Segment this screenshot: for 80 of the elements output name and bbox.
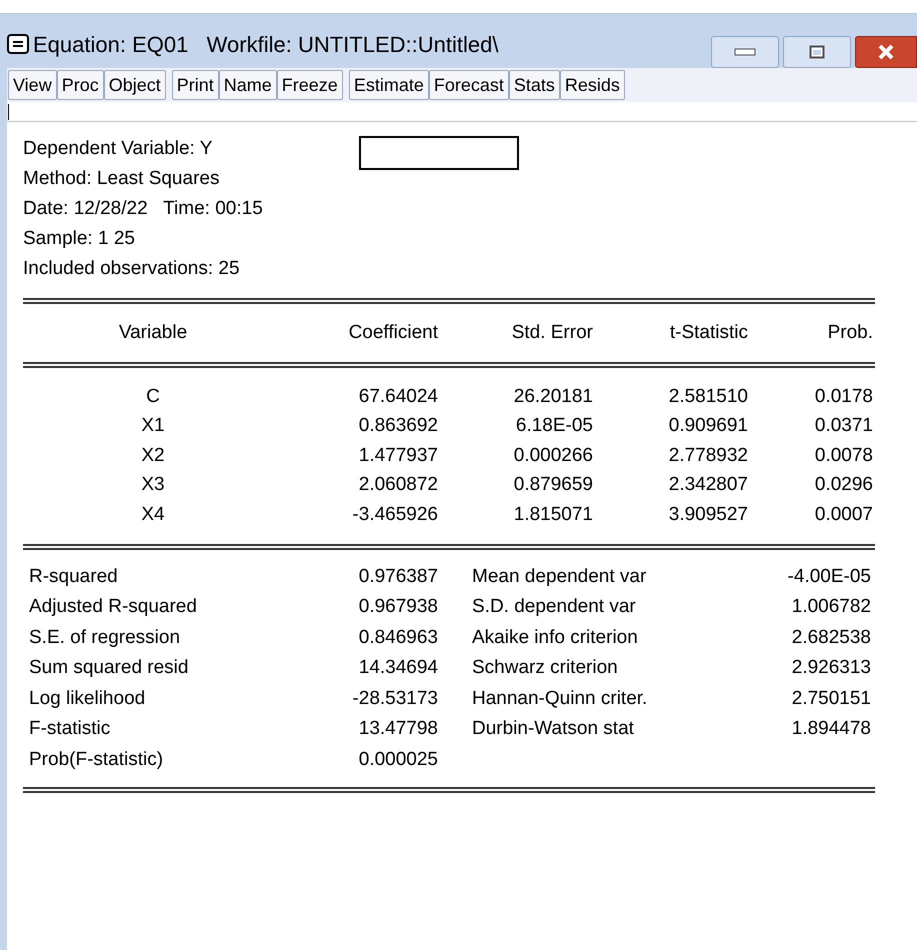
table-cell-text: 0.0007 bbox=[814, 502, 873, 526]
toolbar-button[interactable]: Object bbox=[104, 70, 166, 100]
close-icon bbox=[877, 44, 895, 60]
stat-value: 13.47798 bbox=[358, 717, 438, 741]
table-cell-text: 0.0371 bbox=[814, 414, 873, 438]
table-cell-text: 67.64024 bbox=[358, 384, 438, 408]
table-cell-text: X1 bbox=[140, 414, 166, 438]
stat-label: Prob(F-statistic) bbox=[28, 748, 164, 772]
table-cell-text: 0.000266 bbox=[512, 444, 593, 468]
table-cell-text: X4 bbox=[140, 502, 166, 526]
stat-value: 0.976387 bbox=[358, 564, 438, 588]
table-cell-text: 2.581510 bbox=[668, 384, 748, 408]
stat-value: 1.894478 bbox=[790, 717, 871, 741]
stat-value: -28.53173 bbox=[351, 686, 438, 710]
table-cell-text: 2.060872 bbox=[358, 473, 438, 497]
toolbar-button[interactable]: Freeze bbox=[276, 70, 343, 100]
table-cell-text: 0.0078 bbox=[814, 444, 873, 468]
stat-value: 1.006782 bbox=[790, 595, 871, 619]
table-cell-text: 0.0296 bbox=[814, 473, 873, 497]
toolbar-button[interactable]: View bbox=[8, 70, 57, 100]
maximize-button[interactable] bbox=[783, 36, 851, 68]
stat-label: S.D. dependent var bbox=[471, 595, 637, 619]
column-header: Prob. bbox=[826, 320, 873, 345]
table-cell-text: C bbox=[145, 384, 161, 408]
minimize-icon bbox=[734, 48, 756, 56]
toolbar-button[interactable]: Proc bbox=[56, 70, 104, 100]
table-cell-text: 0.909691 bbox=[668, 414, 748, 438]
column-header: Std. Error bbox=[510, 320, 593, 345]
table-cell-text: X3 bbox=[140, 473, 166, 497]
window-title: Equation: EQ01 Workfile: UNTITLED::Untitled\ bbox=[33, 30, 498, 59]
header-line: Sample: 1 25 bbox=[23, 227, 136, 251]
stat-label: S.E. of regression bbox=[28, 626, 182, 650]
table-cell-text: 2.778932 bbox=[668, 444, 748, 468]
stat-value: 2.682538 bbox=[790, 626, 871, 650]
header-line: Dependent Variable: Y bbox=[23, 137, 214, 161]
table-cell-text: -3.465926 bbox=[351, 502, 438, 526]
stat-label: Durbin-Watson stat bbox=[471, 717, 635, 741]
close-button[interactable] bbox=[855, 36, 917, 68]
header-line: Method: Least Squares bbox=[23, 167, 220, 191]
stat-label: Hannan-Quinn criter. bbox=[471, 686, 648, 710]
table-cell-text: X2 bbox=[140, 444, 166, 468]
stat-label: F-statistic bbox=[28, 717, 112, 741]
window-menu-icon[interactable] bbox=[7, 34, 29, 54]
stat-label: Mean dependent var bbox=[471, 564, 648, 588]
stat-value: 14.34694 bbox=[358, 656, 438, 680]
header-line: Included observations: 25 bbox=[23, 257, 241, 281]
stat-label: R-squared bbox=[28, 564, 119, 588]
table-cell-text: 0.0178 bbox=[814, 384, 873, 408]
column-header: Variable bbox=[118, 320, 188, 345]
toolbar-button[interactable]: Print bbox=[172, 70, 219, 100]
stat-value: 0.967938 bbox=[358, 595, 438, 619]
maximize-icon bbox=[809, 45, 825, 59]
stat-value: 2.750151 bbox=[790, 686, 871, 710]
column-header: t-Statistic bbox=[668, 320, 748, 345]
table-cell-text: 1.815071 bbox=[512, 502, 593, 526]
toolbar-button[interactable]: Forecast bbox=[428, 70, 509, 100]
table-cell-text: 2.342807 bbox=[668, 473, 748, 497]
table-cell-text: 0.879659 bbox=[512, 473, 593, 497]
stat-value: -4.00E-05 bbox=[786, 564, 871, 588]
stat-label: Adjusted R-squared bbox=[28, 595, 198, 619]
toolbar-button[interactable]: Stats bbox=[508, 70, 560, 100]
table-cell-text: 26.20181 bbox=[512, 384, 593, 408]
command-field[interactable] bbox=[7, 102, 917, 122]
stat-value: 0.846963 bbox=[358, 626, 438, 650]
stat-value: 0.000025 bbox=[358, 748, 438, 772]
stat-value: 2.926313 bbox=[790, 656, 871, 680]
toolbar-button[interactable]: Resids bbox=[560, 70, 625, 100]
stat-label: Sum squared resid bbox=[28, 656, 190, 680]
toolbar-button[interactable]: Estimate bbox=[348, 70, 429, 100]
table-cell-text: 1.477937 bbox=[358, 444, 438, 468]
column-header: Coefficient bbox=[348, 320, 438, 345]
stat-label: Akaike info criterion bbox=[471, 626, 639, 650]
toolbar-button[interactable]: Name bbox=[218, 70, 277, 100]
table-cell-text: 6.18E-05 bbox=[514, 414, 593, 438]
stat-label: Schwarz criterion bbox=[471, 656, 619, 680]
minimize-button[interactable] bbox=[711, 36, 779, 68]
table-cell-text: 0.863692 bbox=[358, 414, 438, 438]
table-cell-text: 3.909527 bbox=[668, 502, 748, 526]
header-line: Date: 12/28/22 Time: 00:15 bbox=[23, 197, 263, 221]
stat-label: Log likelihood bbox=[28, 686, 146, 710]
